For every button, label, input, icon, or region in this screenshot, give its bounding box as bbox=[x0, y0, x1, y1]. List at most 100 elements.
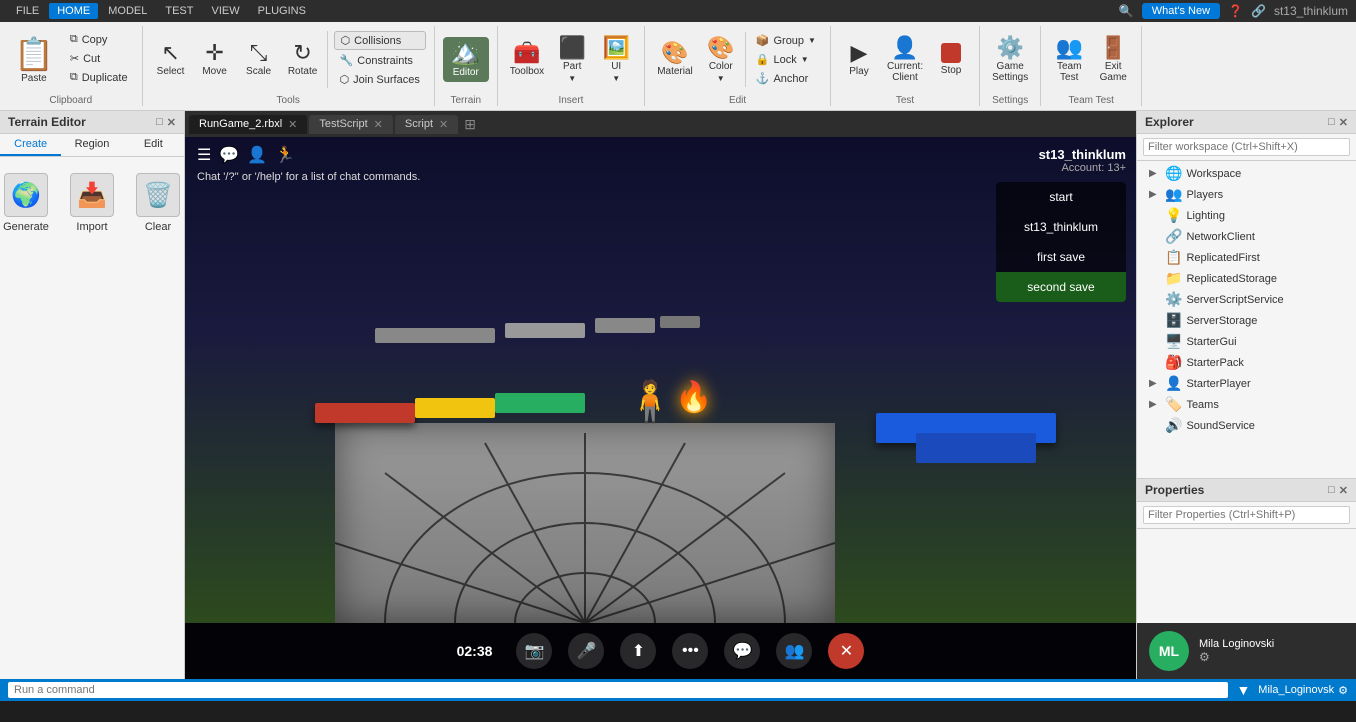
collisions-button[interactable]: ⬡ Collisions bbox=[334, 31, 426, 50]
generate-button[interactable]: 🌍 Generate bbox=[1, 173, 51, 233]
menu-home[interactable]: HOME bbox=[49, 3, 98, 19]
search-icon[interactable]: 🔍 bbox=[1119, 4, 1134, 18]
tree-starter-gui[interactable]: 🖥️ StarterGui bbox=[1137, 331, 1356, 352]
tree-players[interactable]: ▶ 👥 Players bbox=[1137, 184, 1356, 205]
command-dropdown[interactable]: ▼ bbox=[1236, 682, 1250, 698]
tree-starter-player[interactable]: ▶ 👤 StarterPlayer bbox=[1137, 373, 1356, 394]
menu-model[interactable]: MODEL bbox=[100, 3, 155, 19]
doc-tab-testscript[interactable]: TestScript ✕ bbox=[309, 115, 393, 134]
lock-button[interactable]: 🔒 Lock ▼ bbox=[750, 51, 822, 68]
end-call-button[interactable]: ✕ bbox=[828, 633, 864, 669]
material-button[interactable]: 🎨 Material bbox=[653, 40, 697, 79]
mic-button[interactable]: 🎤 bbox=[568, 633, 604, 669]
menu-file[interactable]: FILE bbox=[8, 3, 47, 19]
properties-pin[interactable]: □ bbox=[1328, 484, 1335, 497]
current-client-button[interactable]: 👤 Current: Client bbox=[883, 35, 927, 85]
terrain-tab-edit[interactable]: Edit bbox=[123, 134, 184, 156]
lighting-label: Lighting bbox=[1186, 210, 1352, 222]
team-test-button[interactable]: 👥 Team Test bbox=[1049, 35, 1089, 85]
share-screen-button[interactable]: ⬆ bbox=[620, 633, 656, 669]
help-icon[interactable]: ❓ bbox=[1228, 4, 1243, 18]
clear-button[interactable]: 🗑️ Clear bbox=[133, 173, 183, 233]
tree-teams[interactable]: ▶ 🏷️ Teams bbox=[1137, 394, 1356, 415]
whats-new-button[interactable]: What's New bbox=[1142, 3, 1220, 19]
menu-plugins[interactable]: PLUGINS bbox=[250, 3, 314, 19]
menu-username[interactable]: st13_thinklum bbox=[996, 212, 1126, 242]
copy-button[interactable]: ⧉ Copy bbox=[64, 31, 134, 48]
properties-close[interactable]: ✕ bbox=[1339, 484, 1348, 497]
join-surfaces-button[interactable]: ⬡ Join Surfaces bbox=[334, 71, 426, 88]
tree-network-client[interactable]: 🔗 NetworkClient bbox=[1137, 226, 1356, 247]
tree-lighting[interactable]: 💡 Lighting bbox=[1137, 205, 1356, 226]
rotate-button[interactable]: ↻ Rotate bbox=[283, 40, 323, 79]
gray-platform-1 bbox=[375, 328, 495, 343]
cut-button[interactable]: ✂ Cut bbox=[64, 50, 134, 67]
menu-icon-toggle[interactable]: ☰ bbox=[197, 145, 211, 165]
tree-sound-service[interactable]: 🔊 SoundService bbox=[1137, 415, 1356, 436]
menu-first-save[interactable]: first save bbox=[996, 242, 1126, 272]
terrain-panel-close[interactable]: ✕ bbox=[167, 116, 176, 129]
paste-button[interactable]: 📋 Paste bbox=[8, 31, 60, 88]
teams-icon: 🏷️ bbox=[1165, 396, 1182, 413]
constraints-button[interactable]: 🔧 Constraints bbox=[334, 52, 426, 69]
terrain-tab-region[interactable]: Region bbox=[61, 134, 122, 156]
explorer-pin[interactable]: □ bbox=[1328, 116, 1335, 129]
game-viewport[interactable]: 🔥 🧍 ☰ 💬 👤 🏃 Chat '/?'' or '/help' for a … bbox=[185, 137, 1136, 623]
tree-replicated-first[interactable]: 📋 ReplicatedFirst bbox=[1137, 247, 1356, 268]
explorer-close[interactable]: ✕ bbox=[1339, 116, 1348, 129]
menu-view[interactable]: VIEW bbox=[203, 3, 247, 19]
stop-button[interactable]: Stop bbox=[931, 41, 971, 78]
tree-replicated-storage[interactable]: 📁 ReplicatedStorage bbox=[1137, 268, 1356, 289]
chat-control-button[interactable]: 💬 bbox=[724, 633, 760, 669]
chat-bubble-icon[interactable]: 💬 bbox=[219, 145, 239, 165]
select-button[interactable]: ↖ Select bbox=[151, 40, 191, 79]
ui-button[interactable]: 🖼️ UI ▼ bbox=[596, 35, 636, 85]
properties-search-input[interactable] bbox=[1143, 506, 1350, 524]
doc-tab-script[interactable]: Script ✕ bbox=[395, 115, 458, 134]
tree-server-storage[interactable]: 🗄️ ServerStorage bbox=[1137, 310, 1356, 331]
exit-game-button[interactable]: 🚪 Exit Game bbox=[1093, 35, 1133, 85]
tree-starter-pack[interactable]: 🎒 StarterPack bbox=[1137, 352, 1356, 373]
player-list-icon[interactable]: 👤 bbox=[247, 145, 267, 165]
part-button[interactable]: ⬛ Part ▼ bbox=[552, 35, 592, 85]
menu-start[interactable]: start bbox=[996, 182, 1126, 212]
terrain-panel-pin[interactable]: □ bbox=[156, 116, 163, 129]
color-button[interactable]: 🎨 Color ▼ bbox=[701, 35, 741, 85]
menu-second-save[interactable]: second save bbox=[996, 272, 1126, 302]
share-icon[interactable]: 🔗 bbox=[1251, 4, 1266, 18]
game-settings-button[interactable]: ⚙️ Game Settings bbox=[988, 35, 1032, 85]
play-button[interactable]: ▶ Play bbox=[839, 40, 879, 79]
explorer-search-input[interactable] bbox=[1143, 138, 1350, 156]
command-input[interactable] bbox=[8, 682, 1228, 698]
collisions-label: Collisions bbox=[354, 35, 401, 47]
camera-button[interactable]: 📷 bbox=[516, 633, 552, 669]
toolbox-icon: 🧰 bbox=[513, 42, 540, 64]
part-label: Part bbox=[563, 61, 581, 72]
toolbox-button[interactable]: 🧰 Toolbox bbox=[506, 40, 548, 79]
replicated-storage-label: ReplicatedStorage bbox=[1186, 273, 1352, 285]
paste-label: Paste bbox=[21, 73, 47, 84]
tree-workspace[interactable]: ▶ 🌐 Workspace bbox=[1137, 163, 1356, 184]
doc-tab-rungame[interactable]: RunGame_2.rbxl ✕ bbox=[189, 115, 307, 134]
move-button[interactable]: ✛ Move bbox=[195, 40, 235, 79]
anchor-button[interactable]: ⚓ Anchor bbox=[750, 70, 822, 87]
starter-player-icon: 👤 bbox=[1165, 375, 1182, 392]
emote-icon[interactable]: 🏃 bbox=[275, 145, 295, 165]
menu-test[interactable]: TEST bbox=[157, 3, 201, 19]
import-button[interactable]: 📥 Import bbox=[67, 173, 117, 233]
group-button[interactable]: 📦 Group ▼ bbox=[750, 32, 822, 49]
editor-button[interactable]: 🏔️ Editor bbox=[443, 37, 489, 82]
scale-button[interactable]: ⤡ Scale bbox=[239, 40, 279, 79]
tab-expand-button[interactable]: ⊞ bbox=[464, 116, 476, 133]
duplicate-button[interactable]: ⧉ Duplicate bbox=[64, 69, 134, 86]
doc-tab-script-close[interactable]: ✕ bbox=[439, 118, 448, 131]
terrain-tab-create[interactable]: Create bbox=[0, 134, 61, 156]
doc-tab-testscript-close[interactable]: ✕ bbox=[374, 118, 383, 131]
user-settings-icon[interactable]: ⚙ bbox=[1199, 650, 1210, 664]
tree-server-script-service[interactable]: ⚙️ ServerScriptService bbox=[1137, 289, 1356, 310]
status-settings-icon[interactable]: ⚙ bbox=[1338, 684, 1348, 697]
doc-tab-rungame-close[interactable]: ✕ bbox=[288, 118, 297, 131]
more-options-button[interactable]: ••• bbox=[672, 633, 708, 669]
terrain-panel-controls: □ ✕ bbox=[156, 116, 176, 129]
participants-button[interactable]: 👥 bbox=[776, 633, 812, 669]
